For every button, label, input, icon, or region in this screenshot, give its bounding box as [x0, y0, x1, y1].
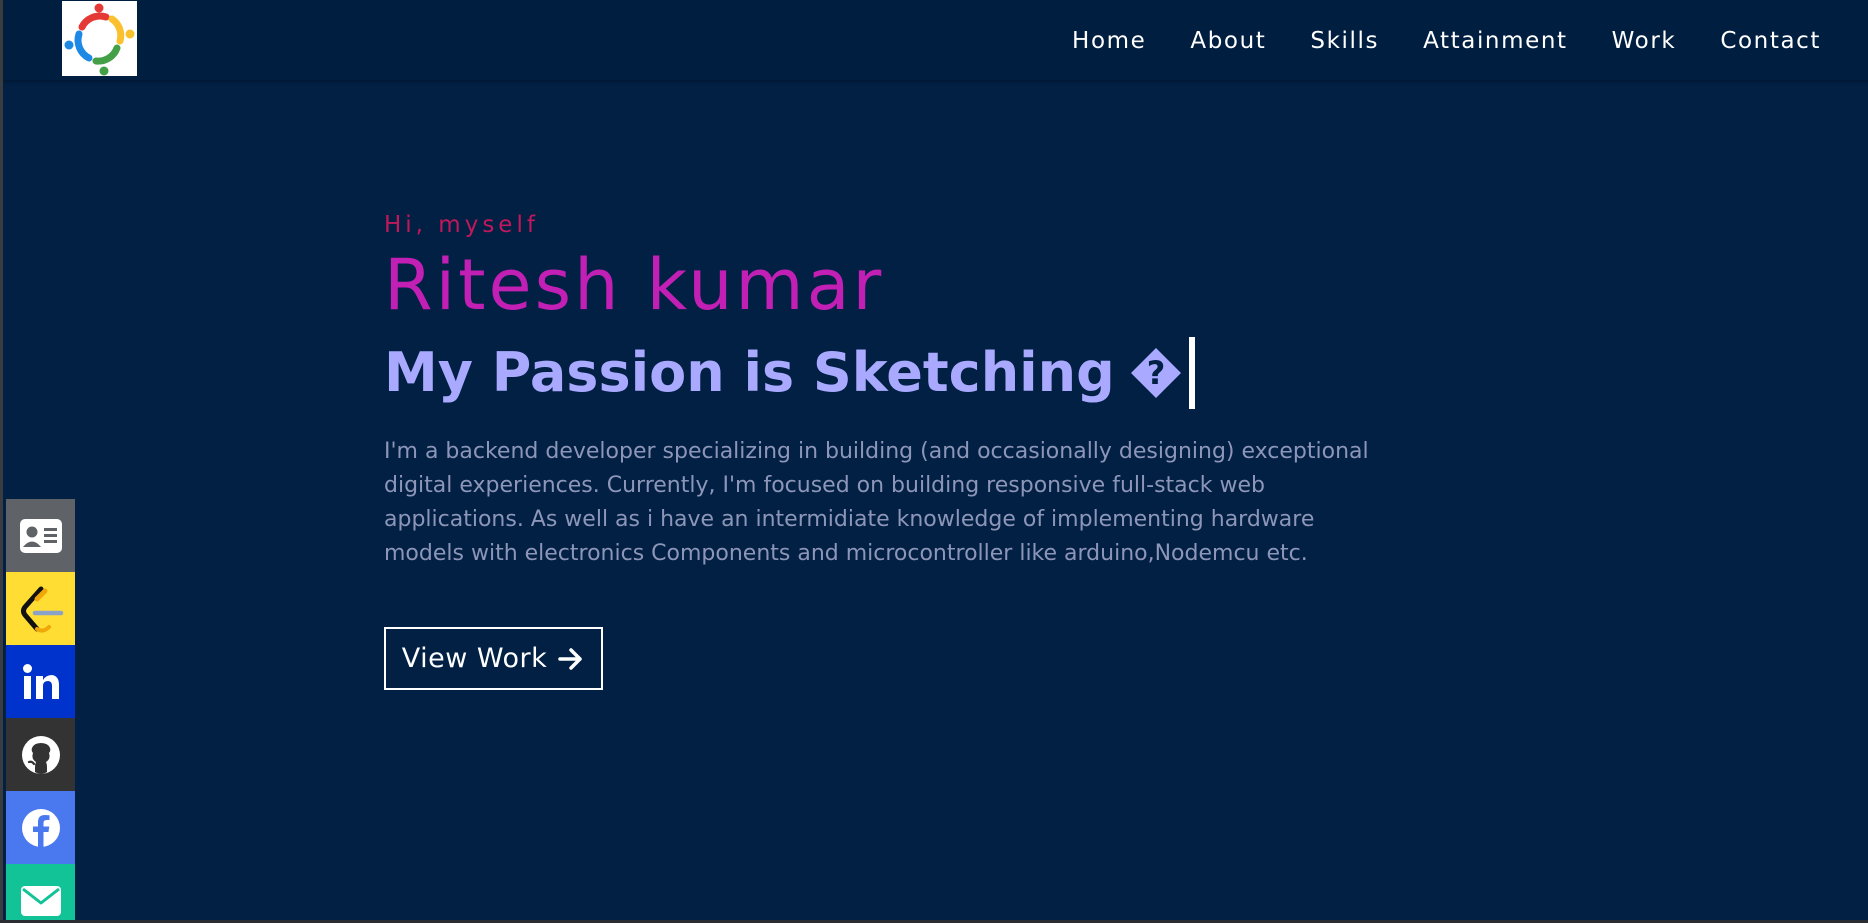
- facebook-icon: [21, 808, 60, 847]
- nav-menu: Home About Skills Attainment Work Contac…: [1072, 22, 1821, 60]
- page-viewport: Home About Skills Attainment Work Contac…: [0, 0, 1868, 920]
- social-linkedin-link[interactable]: [6, 645, 75, 718]
- leetcode-icon: [20, 586, 63, 633]
- missing-glyph-icon: ?: [1129, 346, 1183, 400]
- typing-cursor: [1188, 337, 1195, 409]
- hero-section: Hi, myself Ritesh kumar My Passion is Sk…: [384, 205, 1384, 571]
- view-work-button[interactable]: View Work: [384, 627, 603, 690]
- social-sidebar: [6, 499, 75, 920]
- linkedin-icon: [22, 663, 59, 699]
- hero-greeting: Hi, myself: [384, 212, 539, 238]
- nav-skills[interactable]: Skills: [1310, 22, 1379, 60]
- nav-home[interactable]: Home: [1072, 22, 1146, 60]
- nav-about[interactable]: About: [1190, 22, 1266, 60]
- site-logo[interactable]: [62, 1, 137, 76]
- social-email-link[interactable]: [6, 864, 75, 920]
- hero-name: Ritesh kumar: [384, 244, 885, 326]
- social-facebook-link[interactable]: [6, 791, 75, 864]
- contact-card-icon: [19, 518, 62, 553]
- navbar: Home About Skills Attainment Work Contac…: [3, 0, 1868, 80]
- hero-passion-text: My Passion is Sketching: [384, 341, 1115, 404]
- missing-glyph-mark: ?: [1146, 354, 1165, 392]
- social-resume-link[interactable]: [6, 499, 75, 572]
- nav-attainment[interactable]: Attainment: [1423, 22, 1568, 60]
- github-icon: [21, 735, 60, 774]
- social-leetcode-link[interactable]: [6, 572, 75, 645]
- view-work-label: View Work: [401, 643, 548, 674]
- nav-work[interactable]: Work: [1612, 22, 1677, 60]
- social-github-link[interactable]: [6, 718, 75, 791]
- mail-icon: [20, 885, 61, 916]
- logo-icon: [64, 3, 135, 76]
- hero-passion-line: My Passion is Sketching ?: [384, 325, 1384, 421]
- nav-contact[interactable]: Contact: [1720, 22, 1821, 60]
- hero-bio: I'm a backend developer specializing in …: [384, 439, 1369, 566]
- arrow-right-icon: [558, 647, 583, 670]
